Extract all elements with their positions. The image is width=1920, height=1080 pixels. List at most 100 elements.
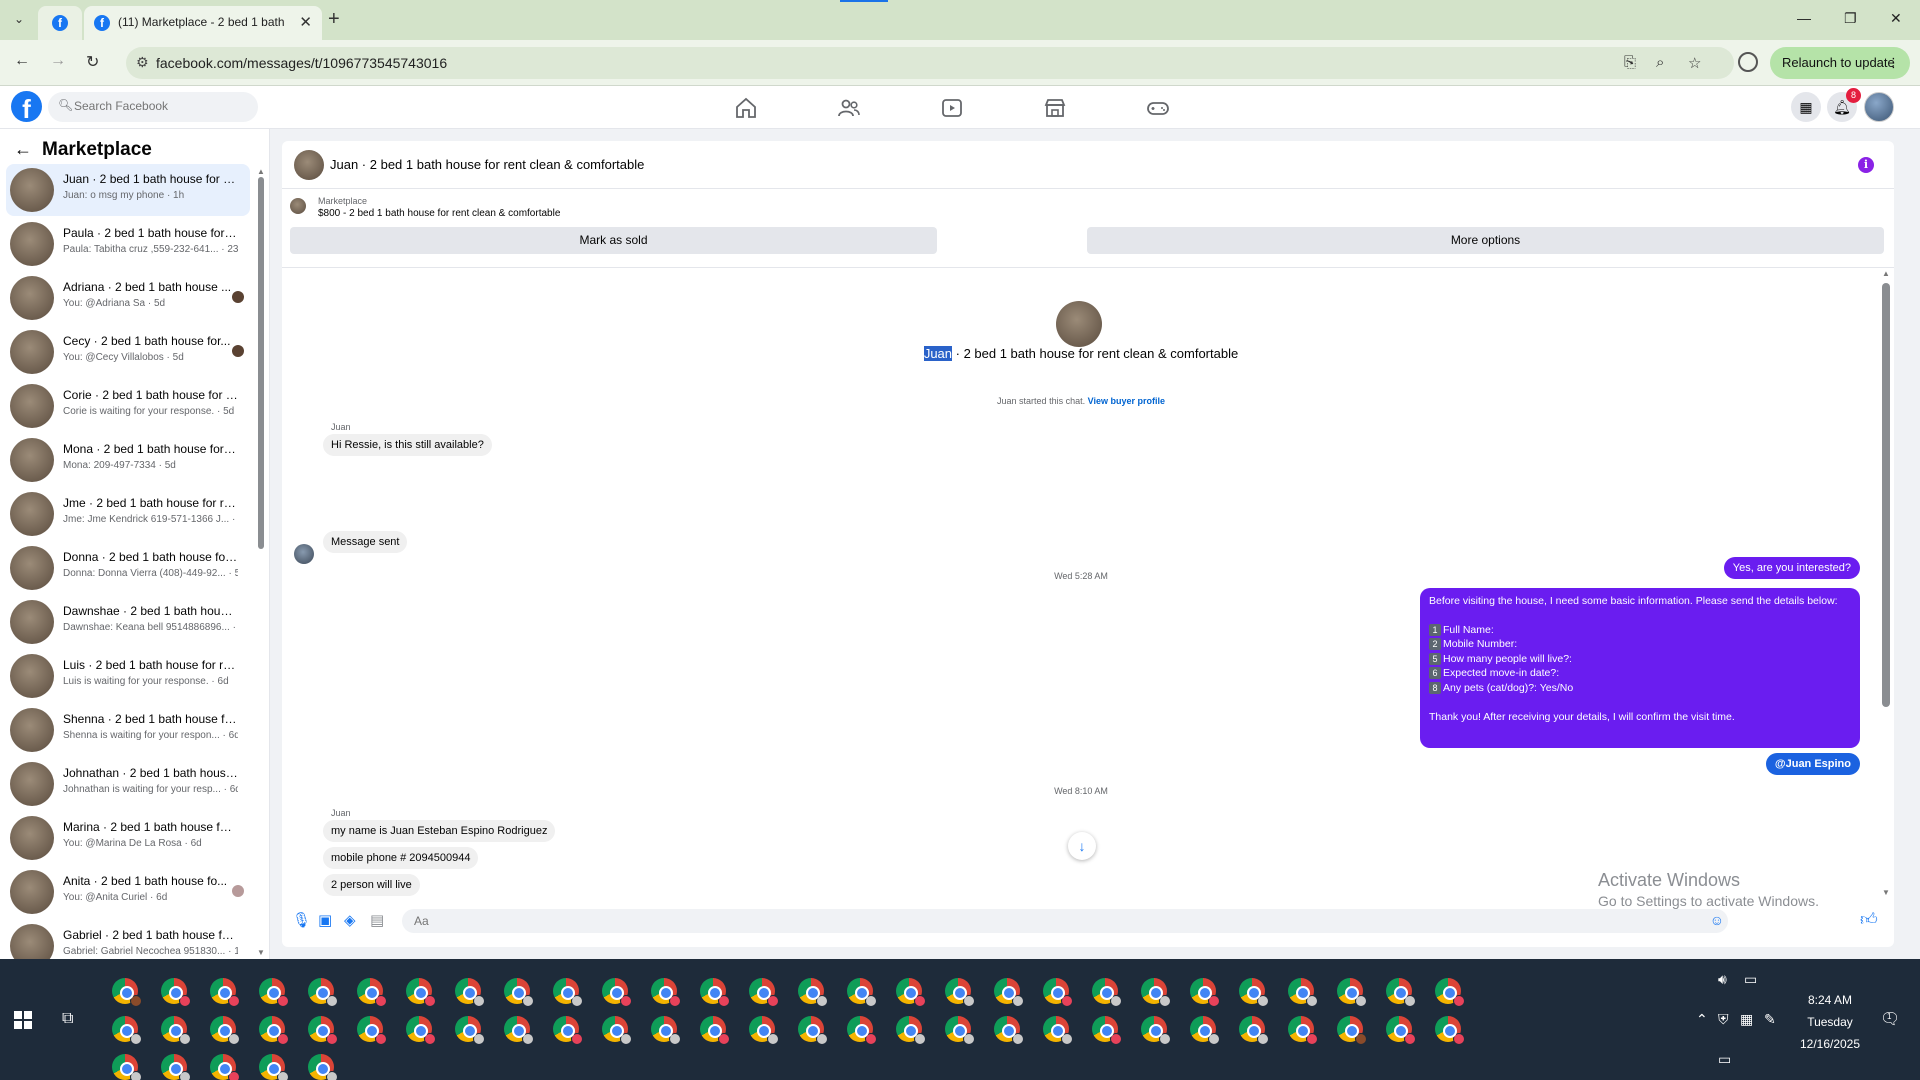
chrome-profile-taskbar-icon[interactable] <box>1435 1016 1465 1045</box>
conversation-item[interactable]: Gabriel · 2 bed 1 bath house for... Gabri… <box>6 920 250 959</box>
forward-icon[interactable]: → <box>50 52 66 70</box>
chrome-profile-taskbar-icon[interactable] <box>1288 1016 1318 1045</box>
task-view-icon[interactable]: ⧉ <box>62 1010 73 1028</box>
info-icon[interactable]: i <box>1858 157 1874 173</box>
chrome-profile-taskbar-icon[interactable] <box>406 1016 436 1045</box>
incoming-message[interactable]: mobile phone # 2094500944 <box>323 847 479 869</box>
chrome-profile-taskbar-icon[interactable] <box>161 1054 191 1080</box>
chrome-profile-taskbar-icon[interactable] <box>602 1016 632 1045</box>
chrome-profile-taskbar-icon[interactable] <box>700 978 730 1007</box>
url-text[interactable]: facebook.com/messages/t/1096773545743016 <box>156 55 447 71</box>
like-thumb-icon[interactable]: 👍︎ <box>1860 909 1878 930</box>
pen-icon[interactable]: ✎ <box>1764 1011 1776 1028</box>
chrome-profile-taskbar-icon[interactable] <box>1141 978 1171 1007</box>
chrome-profile-taskbar-icon[interactable] <box>210 1054 240 1080</box>
chrome-profile-taskbar-icon[interactable] <box>504 1016 534 1045</box>
outgoing-mention[interactable]: @Juan Espino <box>1765 753 1860 775</box>
sidebar-scroll-thumb[interactable] <box>258 177 264 549</box>
chrome-profile-taskbar-icon[interactable] <box>161 1016 191 1045</box>
battery-icon[interactable]: ▭ <box>1744 971 1757 988</box>
relaunch-button[interactable]: Relaunch to update ⋮ <box>1770 47 1910 79</box>
chrome-profile-taskbar-icon[interactable] <box>1190 1016 1220 1045</box>
conversation-item[interactable]: Paula · 2 bed 1 bath house for r... Paula… <box>6 218 250 270</box>
browser-profile-icon[interactable] <box>1738 52 1758 72</box>
outgoing-message[interactable]: Yes, are you interested? <box>1723 557 1860 579</box>
chat-scrollbar[interactable]: ▲ ▼ <box>1880 269 1892 897</box>
scroll-to-bottom-icon[interactable]: ↓ <box>1068 832 1096 860</box>
facebook-search[interactable]: 🔍︎ <box>48 92 258 122</box>
marketplace-icon[interactable] <box>1043 96 1067 120</box>
conversation-item[interactable]: Dawnshae · 2 bed 1 bath house ... Dawnsha… <box>6 596 250 648</box>
conversation-item[interactable]: Juan · 2 bed 1 bath house for re... Juan:… <box>6 164 250 216</box>
taskbar-clock[interactable]: 8:24 AM Tuesday 12/16/2025 <box>1780 989 1880 1055</box>
video-icon[interactable] <box>940 96 964 120</box>
gif-icon[interactable]: ▤ <box>370 911 384 929</box>
tab-pinned-facebook[interactable]: f <box>38 6 82 40</box>
home-icon[interactable] <box>734 96 758 120</box>
account-avatar[interactable] <box>1864 92 1894 122</box>
chrome-profile-taskbar-icon[interactable] <box>749 978 779 1007</box>
incoming-message[interactable]: 2 person will live <box>323 874 420 896</box>
chrome-profile-taskbar-icon[interactable] <box>553 1016 583 1045</box>
chrome-profile-taskbar-icon[interactable] <box>1043 978 1073 1007</box>
chrome-profile-taskbar-icon[interactable] <box>406 978 436 1007</box>
window-close-icon[interactable]: ✕ <box>1890 10 1902 27</box>
outgoing-message-details[interactable]: Before visiting the house, I need some b… <box>1420 588 1860 748</box>
browser-menu-icon[interactable]: ⋮ <box>1887 47 1900 79</box>
chrome-profile-taskbar-icon[interactable] <box>210 1016 240 1045</box>
friends-icon[interactable] <box>837 96 861 120</box>
conversation-item[interactable]: Johnathan · 2 bed 1 bath house ... Johnat… <box>6 758 250 810</box>
chrome-profile-taskbar-icon[interactable] <box>749 1016 779 1045</box>
chrome-profile-taskbar-icon[interactable] <box>847 978 877 1007</box>
chrome-profile-taskbar-icon[interactable] <box>553 978 583 1007</box>
conversation-item[interactable]: Corie · 2 bed 1 bath house for r... Corie… <box>6 380 250 432</box>
site-settings-icon[interactable]: ⚙ <box>136 54 149 71</box>
chrome-profile-taskbar-icon[interactable] <box>308 1016 338 1045</box>
chrome-profile-taskbar-icon[interactable] <box>602 978 632 1007</box>
attach-photo-icon[interactable]: ▣ <box>318 911 332 929</box>
chrome-profile-taskbar-icon[interactable] <box>1092 1016 1122 1045</box>
chrome-profile-taskbar-icon[interactable] <box>651 1016 681 1045</box>
zoom-icon[interactable]: ⌕ <box>1656 54 1664 71</box>
tab-close-icon[interactable]: ✕ <box>299 13 312 31</box>
incoming-message[interactable]: my name is Juan Esteban Espino Rodriguez <box>323 820 556 842</box>
chrome-profile-taskbar-icon[interactable] <box>1141 1016 1171 1045</box>
incoming-message[interactable]: Message sent <box>323 531 408 553</box>
emoji-icon[interactable]: ☺ <box>1710 912 1724 928</box>
conversation-item[interactable]: Luis · 2 bed 1 bath house for re... Luis … <box>6 650 250 702</box>
network-icon[interactable]: ▦ <box>1740 1011 1753 1028</box>
chrome-profile-taskbar-icon[interactable] <box>308 1054 338 1080</box>
chrome-profile-taskbar-icon[interactable] <box>308 978 338 1007</box>
chrome-profile-taskbar-icon[interactable] <box>259 1016 289 1045</box>
action-center-icon[interactable]: 🗨︎ 1 <box>1880 1009 1900 1029</box>
chrome-profile-taskbar-icon[interactable] <box>847 1016 877 1045</box>
chrome-profile-taskbar-icon[interactable] <box>357 978 387 1007</box>
listing-thumbnail[interactable] <box>290 198 306 214</box>
chrome-profile-taskbar-icon[interactable] <box>1288 978 1318 1007</box>
chrome-profile-taskbar-icon[interactable] <box>455 978 485 1007</box>
message-input[interactable] <box>414 914 1614 928</box>
sidebar-scrollbar[interactable]: ▲ ▼ <box>257 167 265 957</box>
chrome-profile-taskbar-icon[interactable] <box>210 978 240 1007</box>
conversation-item[interactable]: Marina · 2 bed 1 bath house for... You: @… <box>6 812 250 864</box>
chrome-profile-taskbar-icon[interactable] <box>896 978 926 1007</box>
chrome-profile-taskbar-icon[interactable] <box>1435 978 1465 1007</box>
reload-icon[interactable]: ↻ <box>86 52 99 72</box>
minimize-icon[interactable]: — <box>1797 10 1811 26</box>
conversation-item[interactable]: Cecy · 2 bed 1 bath house for... You: @Ce… <box>6 326 250 378</box>
new-tab-icon[interactable]: + <box>328 8 340 31</box>
conversation-item[interactable]: Donna · 2 bed 1 bath house for ... Donna:… <box>6 542 250 594</box>
chrome-profile-taskbar-icon[interactable] <box>798 978 828 1007</box>
conversation-item[interactable]: Jme · 2 bed 1 bath house for re... Jme: J… <box>6 488 250 540</box>
mark-as-sold-button[interactable]: Mark as sold <box>290 227 937 254</box>
chrome-profile-taskbar-icon[interactable] <box>994 1016 1024 1045</box>
chrome-profile-taskbar-icon[interactable] <box>1239 1016 1269 1045</box>
conversation-item[interactable]: Shenna · 2 bed 1 bath house for... Shenna… <box>6 704 250 756</box>
chrome-profile-taskbar-icon[interactable] <box>945 1016 975 1045</box>
menu-grid-icon[interactable]: ▦ <box>1791 92 1821 122</box>
chrome-profile-taskbar-icon[interactable] <box>1239 978 1269 1007</box>
chrome-profile-taskbar-icon[interactable] <box>1092 978 1122 1007</box>
chat-avatar[interactable] <box>294 150 324 180</box>
chrome-profile-taskbar-icon[interactable] <box>259 1054 289 1080</box>
search-input[interactable] <box>74 99 244 113</box>
